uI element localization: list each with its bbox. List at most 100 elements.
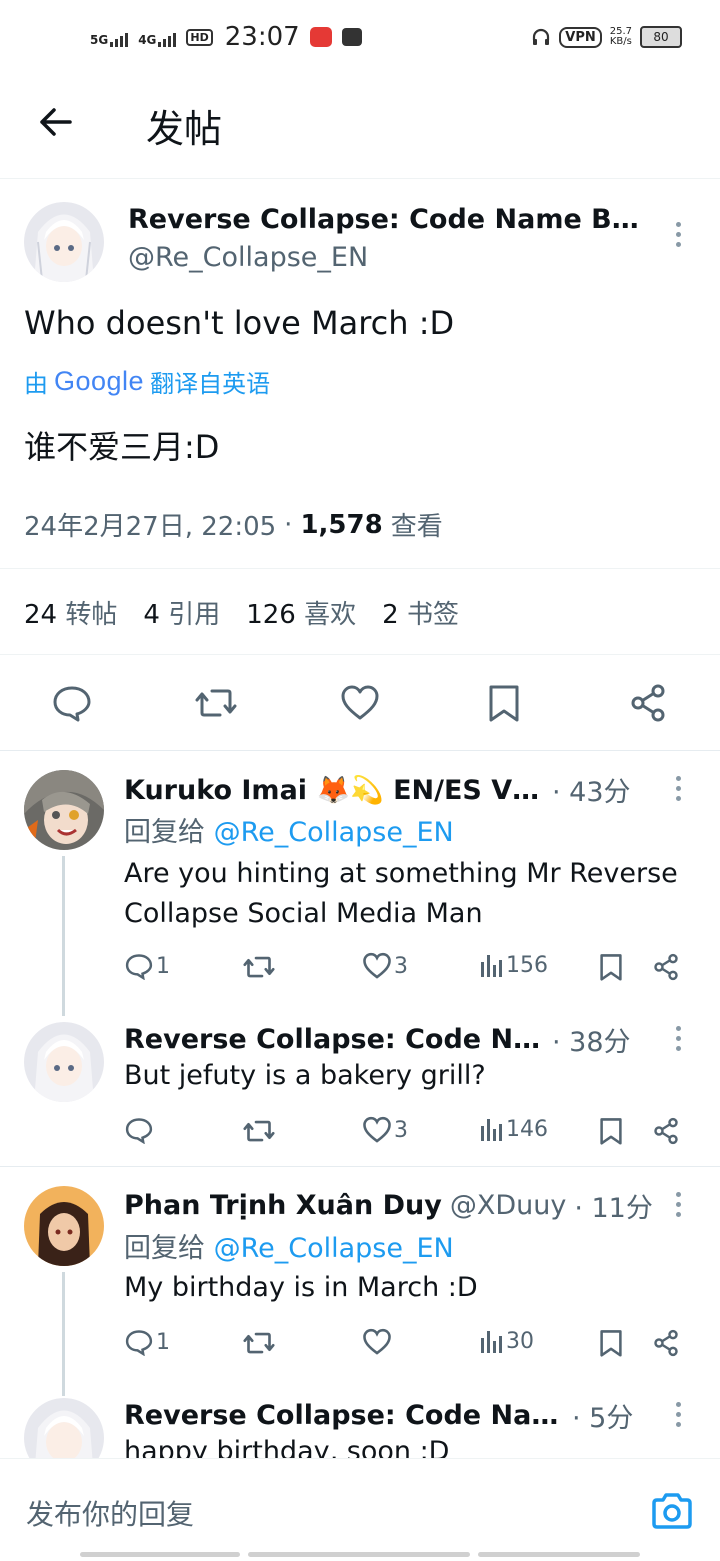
reply-button[interactable] bbox=[124, 1116, 156, 1144]
camera-button[interactable] bbox=[650, 1491, 694, 1535]
network-5g-indicator: 5G bbox=[90, 27, 129, 47]
divider bbox=[0, 654, 720, 655]
repost-icon bbox=[195, 689, 237, 717]
reply-count: 1 bbox=[156, 953, 170, 979]
like-button[interactable] bbox=[340, 684, 380, 726]
reply-to-handle[interactable]: @Re_Collapse_EN bbox=[214, 1233, 454, 1264]
translation-suffix: 翻译自英语 bbox=[150, 370, 271, 398]
more-options-icon[interactable] bbox=[676, 1192, 681, 1217]
reply-avatar[interactable] bbox=[24, 1022, 104, 1102]
bookmark-button[interactable] bbox=[598, 1116, 624, 1150]
views-button[interactable]: 146 bbox=[480, 1116, 548, 1142]
views-label: 查看 bbox=[390, 512, 443, 542]
status-left: 5G 4G HD 23:07 bbox=[90, 22, 362, 52]
share-button[interactable] bbox=[652, 1328, 680, 1362]
heart-icon bbox=[363, 952, 391, 979]
reply-button[interactable] bbox=[52, 683, 92, 727]
thread-connector bbox=[62, 856, 65, 1016]
vpn-icon: VPN bbox=[559, 26, 602, 48]
reply-time[interactable]: · 5分 bbox=[572, 1396, 633, 1435]
analytics-icon bbox=[481, 1331, 502, 1353]
post-timestamp[interactable]: 24年2月27日, 22:05 bbox=[24, 506, 276, 543]
like-button[interactable]: 3 bbox=[362, 952, 408, 980]
reply-button[interactable]: 1 bbox=[124, 1328, 170, 1356]
views-button[interactable]: 156 bbox=[480, 952, 548, 978]
reply-time[interactable]: · 43分 bbox=[552, 770, 631, 809]
comment-icon bbox=[125, 954, 153, 980]
status-bar: 5G 4G HD 23:07 VPN 25.7 KB/s 80 bbox=[0, 0, 720, 80]
more-options-icon[interactable] bbox=[676, 1402, 681, 1427]
back-arrow-icon bbox=[40, 108, 72, 136]
share-button[interactable] bbox=[652, 952, 680, 986]
repost-button[interactable] bbox=[194, 683, 238, 727]
reply-author-name[interactable]: Reverse Collapse: Code Na... bbox=[124, 1024, 544, 1055]
reply-text: But jefuty is a bakery grill? bbox=[124, 1060, 486, 1091]
bookmark-icon bbox=[600, 1118, 622, 1145]
repost-button[interactable] bbox=[242, 952, 278, 982]
system-nav-bar bbox=[0, 1552, 720, 1560]
heart-icon bbox=[363, 1116, 391, 1143]
reply-author-name[interactable]: Reverse Collapse: Code Nam... bbox=[124, 1400, 564, 1431]
more-options-icon[interactable] bbox=[676, 776, 681, 801]
reply-author-name[interactable]: Phan Trịnh Xuân Duy bbox=[124, 1190, 442, 1221]
network-4g-indicator: 4G bbox=[138, 27, 177, 47]
reply-input[interactable]: 发布你的回复 bbox=[26, 1493, 194, 1533]
more-options-icon[interactable] bbox=[676, 222, 681, 247]
app-notification-icon bbox=[309, 27, 332, 47]
reply-button[interactable]: 1 bbox=[124, 952, 170, 980]
like-button[interactable]: 3 bbox=[362, 1116, 408, 1144]
top-app-bar: 发帖 bbox=[0, 80, 720, 179]
share-button[interactable] bbox=[652, 1116, 680, 1150]
stat-likes[interactable]: 126 喜欢 bbox=[246, 594, 356, 631]
thread-connector bbox=[62, 1272, 65, 1396]
bookmark-button[interactable] bbox=[598, 1328, 624, 1362]
bookmark-button[interactable] bbox=[486, 683, 522, 727]
post-text: Who doesn't love March :D bbox=[24, 304, 455, 342]
stat-reposts[interactable]: 24 转帖 bbox=[24, 594, 117, 631]
reply-to-handle[interactable]: @Re_Collapse_EN bbox=[214, 817, 454, 848]
share-button[interactable] bbox=[628, 683, 668, 727]
repost-button[interactable] bbox=[242, 1116, 278, 1146]
meta-separator: · bbox=[284, 509, 293, 540]
avatar-illustration bbox=[24, 1186, 104, 1266]
camera-icon bbox=[652, 1493, 692, 1529]
reply-header: Phan Trịnh Xuân Duy @XDuuy · 11分 bbox=[124, 1186, 664, 1225]
reply-time[interactable]: · 11分 bbox=[574, 1186, 653, 1225]
comment-icon bbox=[125, 1330, 153, 1356]
author-handle[interactable]: @Re_Collapse_EN bbox=[128, 242, 368, 273]
google-logo: Google bbox=[54, 366, 145, 396]
more-options-icon[interactable] bbox=[676, 1026, 681, 1051]
translation-attribution[interactable]: 由 Google 翻译自英语 bbox=[24, 364, 270, 399]
hd-icon: HD bbox=[186, 28, 213, 46]
bookmark-icon bbox=[489, 685, 519, 722]
author-avatar[interactable] bbox=[24, 202, 104, 282]
comment-icon bbox=[125, 1118, 153, 1144]
author-name[interactable]: Reverse Collapse: Code Name Bak... bbox=[128, 204, 648, 235]
like-button[interactable] bbox=[362, 1328, 394, 1356]
analytics-icon bbox=[481, 955, 502, 977]
reply-author-handle[interactable]: @XDuuy bbox=[450, 1190, 567, 1221]
reply-header: Reverse Collapse: Code Nam... · 5分 bbox=[124, 1396, 654, 1435]
message-notification-icon bbox=[341, 28, 362, 46]
avatar-illustration bbox=[24, 1022, 104, 1102]
reply-author-name[interactable]: Kuruko Imai 🦊💫 EN/ES VT... bbox=[124, 774, 544, 806]
repost-button[interactable] bbox=[242, 1328, 278, 1358]
views-button[interactable]: 30 bbox=[480, 1328, 534, 1354]
divider bbox=[0, 568, 720, 569]
stat-bookmarks[interactable]: 2 书签 bbox=[382, 594, 459, 631]
reply-avatar[interactable] bbox=[24, 1186, 104, 1266]
reply-time[interactable]: · 38分 bbox=[552, 1020, 631, 1059]
reply-avatar[interactable] bbox=[24, 770, 104, 850]
clock: 23:07 bbox=[224, 22, 300, 52]
divider bbox=[0, 750, 720, 751]
reply-count: 1 bbox=[156, 1329, 170, 1355]
avatar-illustration bbox=[24, 770, 104, 850]
back-button[interactable] bbox=[36, 102, 76, 146]
post-metadata: 24年2月27日, 22:05 · 1,578 查看 bbox=[24, 506, 443, 543]
like-count: 3 bbox=[394, 953, 408, 979]
analytics-icon bbox=[481, 1119, 502, 1141]
bookmark-button[interactable] bbox=[598, 952, 624, 986]
avatar-illustration bbox=[24, 202, 104, 282]
status-right: VPN 25.7 KB/s 80 bbox=[531, 26, 682, 48]
stat-quotes[interactable]: 4 引用 bbox=[143, 594, 220, 631]
